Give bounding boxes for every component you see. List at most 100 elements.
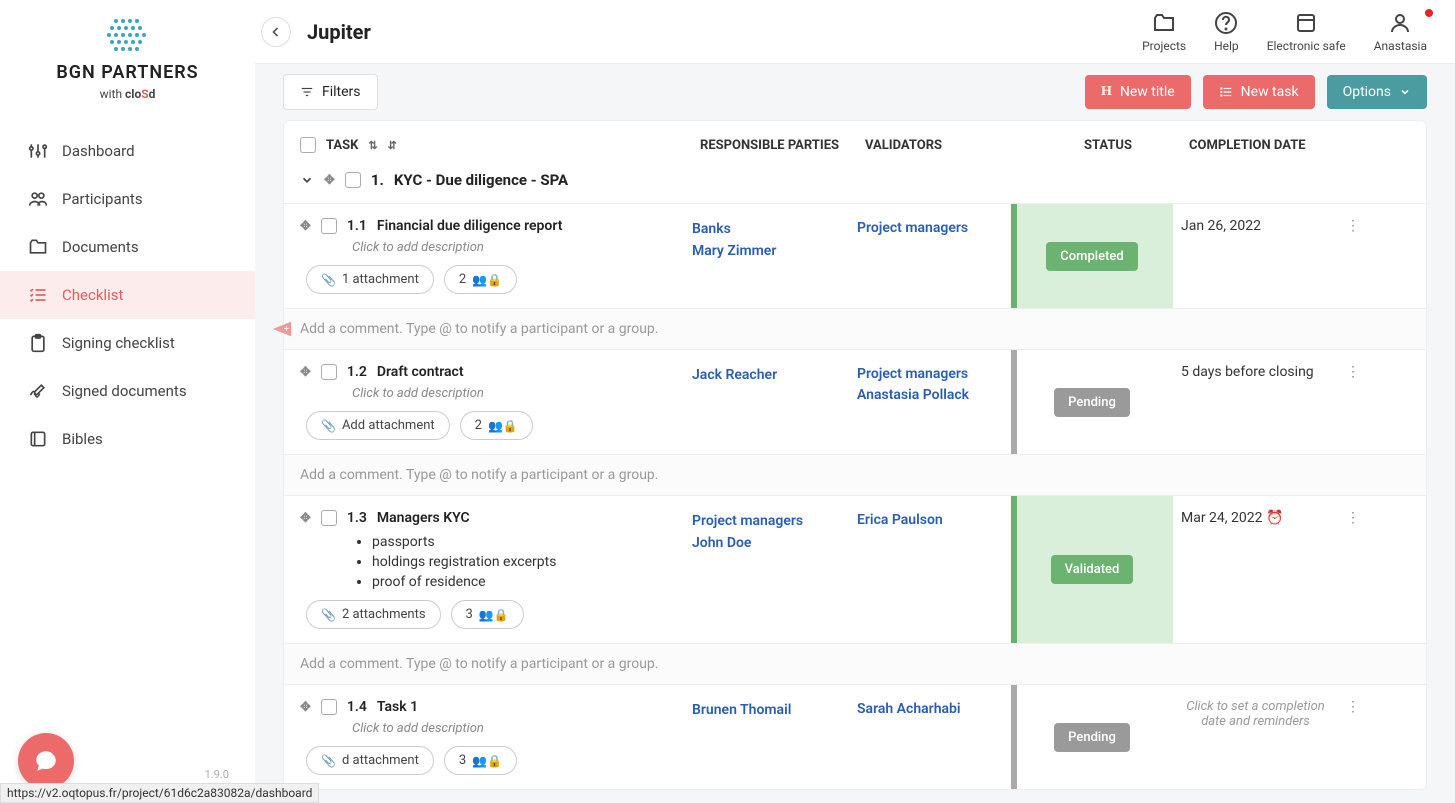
completion-date-hint[interactable]: Click to set a completion date and remin… (1181, 699, 1330, 729)
row-menu-button[interactable]: ⋮ (1338, 496, 1368, 643)
insert-task-icon[interactable]: + (271, 318, 293, 340)
section-checkbox[interactable] (345, 172, 361, 188)
task-title[interactable]: Financial due diligence report (377, 218, 563, 234)
page-title: Jupiter (307, 20, 1142, 44)
comment-input[interactable]: Add a comment. Type @ to notify a partic… (284, 454, 1426, 495)
col-responsible: BanksMary Zimmer (684, 204, 849, 308)
share-pill[interactable]: 2 👥🔒 (444, 265, 517, 294)
attachment-label: 1 attachment (342, 272, 419, 287)
main: Jupiter Projects Help Electronic safe An… (255, 0, 1455, 803)
validator[interactable]: Project managers Anastasia Pollack (857, 364, 1003, 406)
share-pill[interactable]: 2 👥🔒 (460, 411, 533, 440)
attachment-label: d attachment (342, 753, 419, 768)
responsible-party[interactable]: Brunen Thomail (692, 699, 841, 721)
sliders-icon (28, 141, 48, 161)
col-responsible: Brunen Thomail (684, 685, 849, 789)
col-completion-date[interactable]: 5 days before closing (1173, 350, 1338, 454)
top-action-label: Electronic safe (1267, 39, 1346, 53)
attachment-pill[interactable]: 📎 1 attachment (306, 265, 434, 294)
validator[interactable]: Project managers (857, 218, 1003, 239)
col-responsible: Jack Reacher (684, 350, 849, 454)
users-lock-icon: 👥🔒 (488, 419, 518, 433)
col-completion-date[interactable]: Jan 26, 2022 (1173, 204, 1338, 308)
task-checkbox[interactable] (321, 218, 337, 234)
drag-icon[interactable]: ✥ (300, 700, 311, 715)
sidebar-item-participants[interactable]: Participants (0, 175, 255, 223)
responsible-party[interactable]: Jack Reacher (692, 364, 841, 386)
top-action-user[interactable]: Anastasia (1374, 11, 1427, 53)
sort-alpha-icon[interactable]: ⇵ (388, 139, 397, 152)
select-all-checkbox[interactable] (300, 137, 316, 153)
col-completion-date[interactable]: Mar 24, 2022 ⏰ (1173, 496, 1338, 643)
top-action-help[interactable]: Help (1214, 11, 1239, 53)
drag-icon[interactable]: ✥ (324, 173, 335, 188)
attachment-pill[interactable]: 📎 Add attachment (306, 411, 450, 440)
col-status[interactable]: Pending (1011, 685, 1173, 789)
chevron-down-icon[interactable] (300, 173, 314, 187)
sidebar-item-label: Bibles (62, 430, 103, 448)
col-status[interactable]: Validated (1011, 496, 1173, 643)
drag-icon[interactable]: ✥ (300, 219, 311, 234)
users-lock-icon: 👥🔒 (472, 754, 502, 768)
responsible-party[interactable]: John Doe (692, 532, 841, 554)
drag-icon[interactable]: ✥ (300, 511, 311, 526)
validator[interactable]: Erica Paulson (857, 510, 1003, 531)
share-pill[interactable]: 3 👥🔒 (444, 746, 517, 775)
task-checkbox[interactable] (321, 510, 337, 526)
task-title[interactable]: Task 1 (377, 699, 418, 715)
task-title[interactable]: Managers KYC (377, 510, 470, 526)
sidebar-item-documents[interactable]: Documents (0, 223, 255, 271)
task-number: 1.3 (347, 510, 367, 526)
attachment-pill[interactable]: 📎 2 attachments (306, 600, 441, 629)
validator[interactable]: Sarah Acharhabi (857, 699, 1003, 720)
top-action-label: Help (1214, 39, 1239, 53)
safe-icon (1294, 11, 1318, 35)
sidebar-nav: Dashboard Participants Documents Checkli… (0, 127, 255, 463)
col-completion-date[interactable]: Click to set a completion date and remin… (1173, 685, 1338, 789)
sort-numeric-icon[interactable]: ⇅ (368, 139, 377, 152)
logo-block: BGN PARTNERS with cloSd (0, 0, 255, 109)
sidebar-item-bibles[interactable]: Bibles (0, 415, 255, 463)
row-menu-button[interactable]: ⋮ (1338, 204, 1368, 308)
col-status[interactable]: Completed (1011, 204, 1173, 308)
options-button[interactable]: Options (1327, 75, 1427, 109)
paperclip-icon: 📎 (321, 608, 336, 622)
back-button[interactable] (261, 17, 291, 47)
folder-icon (28, 237, 48, 257)
row-menu-button[interactable]: ⋮ (1338, 685, 1368, 789)
chat-fab[interactable] (18, 733, 74, 789)
comment-input[interactable]: + Add a comment. Type @ to notify a part… (284, 308, 1426, 349)
share-pill[interactable]: 3 👥🔒 (451, 600, 524, 629)
task-title[interactable]: Draft contract (377, 364, 464, 380)
comment-input[interactable]: Add a comment. Type @ to notify a partic… (284, 643, 1426, 684)
drag-icon[interactable]: ✥ (300, 365, 311, 380)
completion-date: Jan 26, 2022 (1181, 218, 1261, 234)
col-status[interactable]: Pending (1011, 350, 1173, 454)
attachment-label: 2 attachments (342, 607, 426, 622)
task-description-placeholder[interactable]: Click to add description (352, 240, 668, 255)
task-checkbox[interactable] (321, 699, 337, 715)
new-task-button[interactable]: New task (1203, 75, 1315, 109)
top-action-projects[interactable]: Projects (1142, 11, 1186, 53)
top-action-safe[interactable]: Electronic safe (1267, 11, 1346, 53)
sidebar-item-checklist[interactable]: Checklist (0, 271, 255, 319)
responsible-party[interactable]: Project managers (692, 510, 841, 532)
svg-text:+: + (284, 325, 289, 335)
sidebar-item-signing[interactable]: Signing checklist (0, 319, 255, 367)
section-header[interactable]: ✥ 1. KYC - Due diligence - SPA (284, 163, 1426, 203)
responsible-party[interactable]: Mary Zimmer (692, 240, 841, 262)
new-title-button[interactable]: H New title (1085, 75, 1191, 109)
row-menu-button[interactable]: ⋮ (1338, 350, 1368, 454)
responsible-party[interactable]: Banks (692, 218, 841, 240)
sidebar-item-signed[interactable]: Signed documents (0, 367, 255, 415)
task-checkbox[interactable] (321, 364, 337, 380)
status-badge: Pending (1054, 723, 1130, 752)
sidebar-item-label: Checklist (62, 286, 123, 304)
task-row: ✥ 1.4 Task 1 Click to add description 📎 … (284, 684, 1426, 789)
sidebar-item-label: Participants (62, 190, 143, 208)
filters-button[interactable]: Filters (283, 74, 378, 110)
sidebar-item-dashboard[interactable]: Dashboard (0, 127, 255, 175)
task-description-placeholder[interactable]: Click to add description (352, 721, 668, 736)
attachment-pill[interactable]: 📎 d attachment (306, 746, 434, 775)
task-description-placeholder[interactable]: Click to add description (352, 386, 668, 401)
